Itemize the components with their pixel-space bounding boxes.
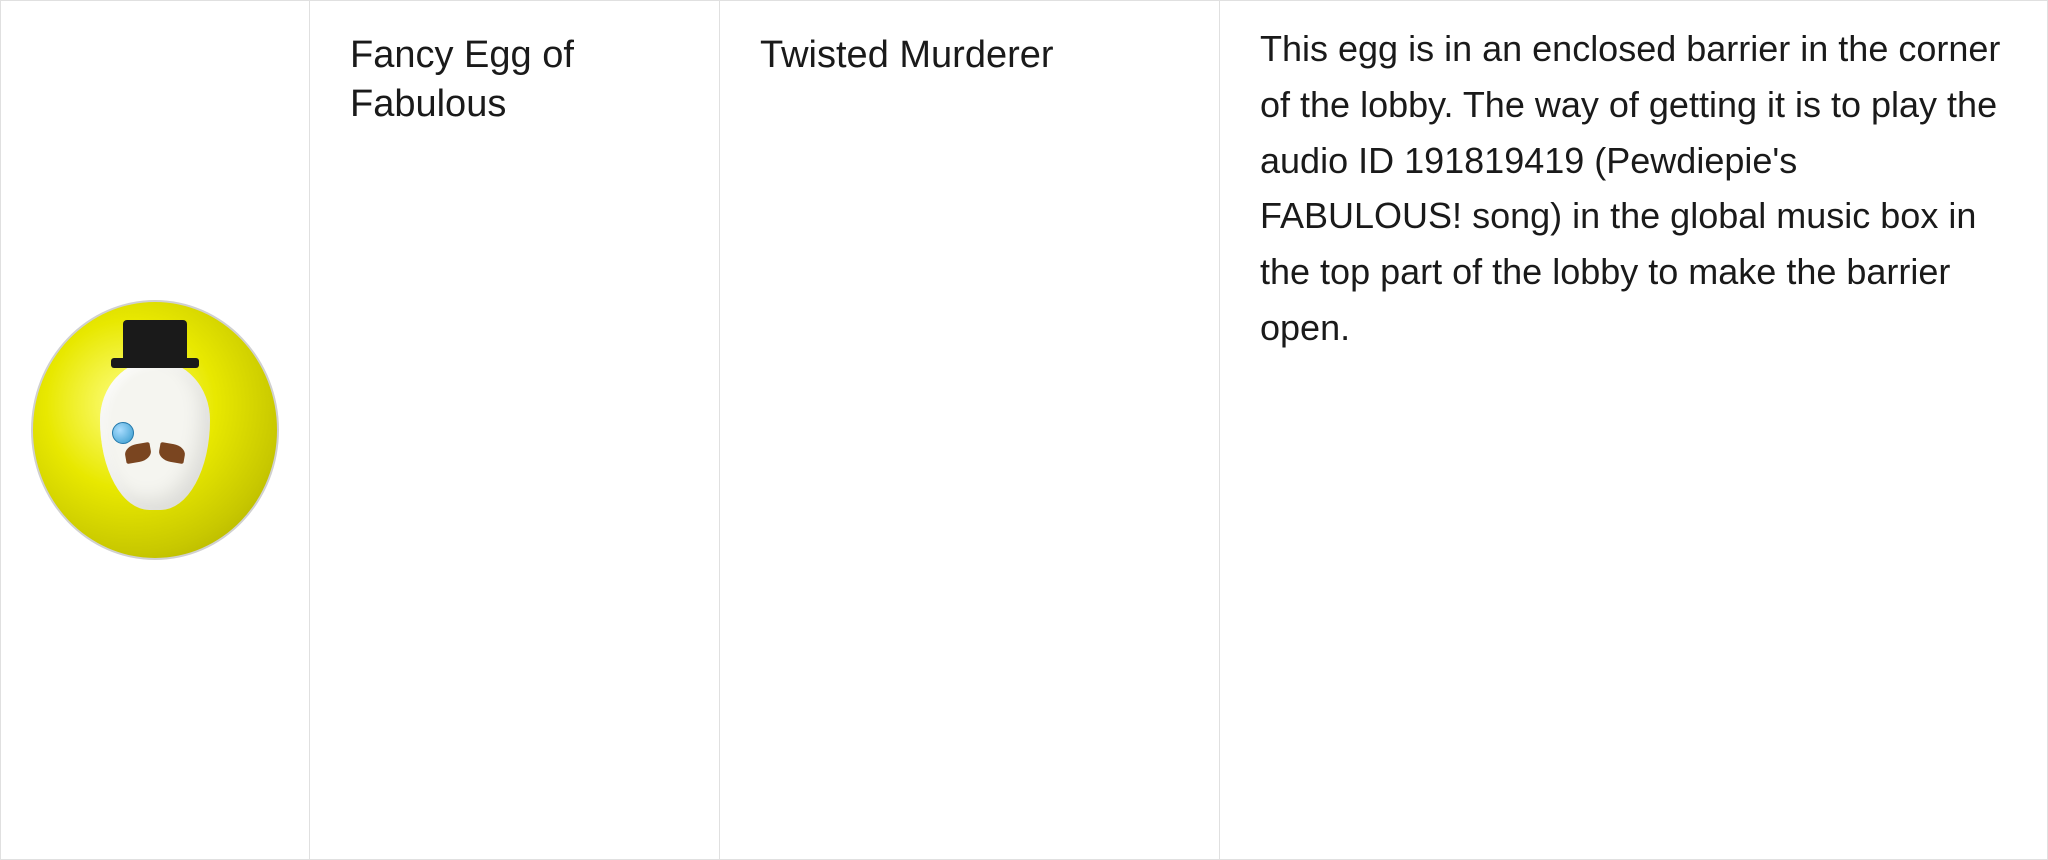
- game-name-text: Twisted Murderer: [760, 31, 1054, 80]
- hat-brim-icon: [111, 358, 199, 368]
- hat-top-icon: [123, 320, 187, 362]
- description-text: This egg is in an enclosed barrier in th…: [1260, 21, 2007, 356]
- table-container: Fancy Egg of Fabulous Twisted Murderer T…: [0, 0, 2048, 860]
- table-row: Fancy Egg of Fabulous Twisted Murderer T…: [0, 0, 2048, 860]
- description-cell: This egg is in an enclosed barrier in th…: [1220, 1, 2048, 859]
- egg-body: [90, 350, 220, 510]
- monocle-icon: [112, 422, 134, 444]
- egg-name-text: Fancy Egg of Fabulous: [350, 31, 679, 130]
- game-name-cell: Twisted Murderer: [720, 1, 1220, 859]
- mustache-icon: [125, 444, 185, 462]
- egg-image: [31, 300, 279, 560]
- egg-name-cell: Fancy Egg of Fabulous: [310, 1, 720, 859]
- image-cell: [0, 1, 310, 859]
